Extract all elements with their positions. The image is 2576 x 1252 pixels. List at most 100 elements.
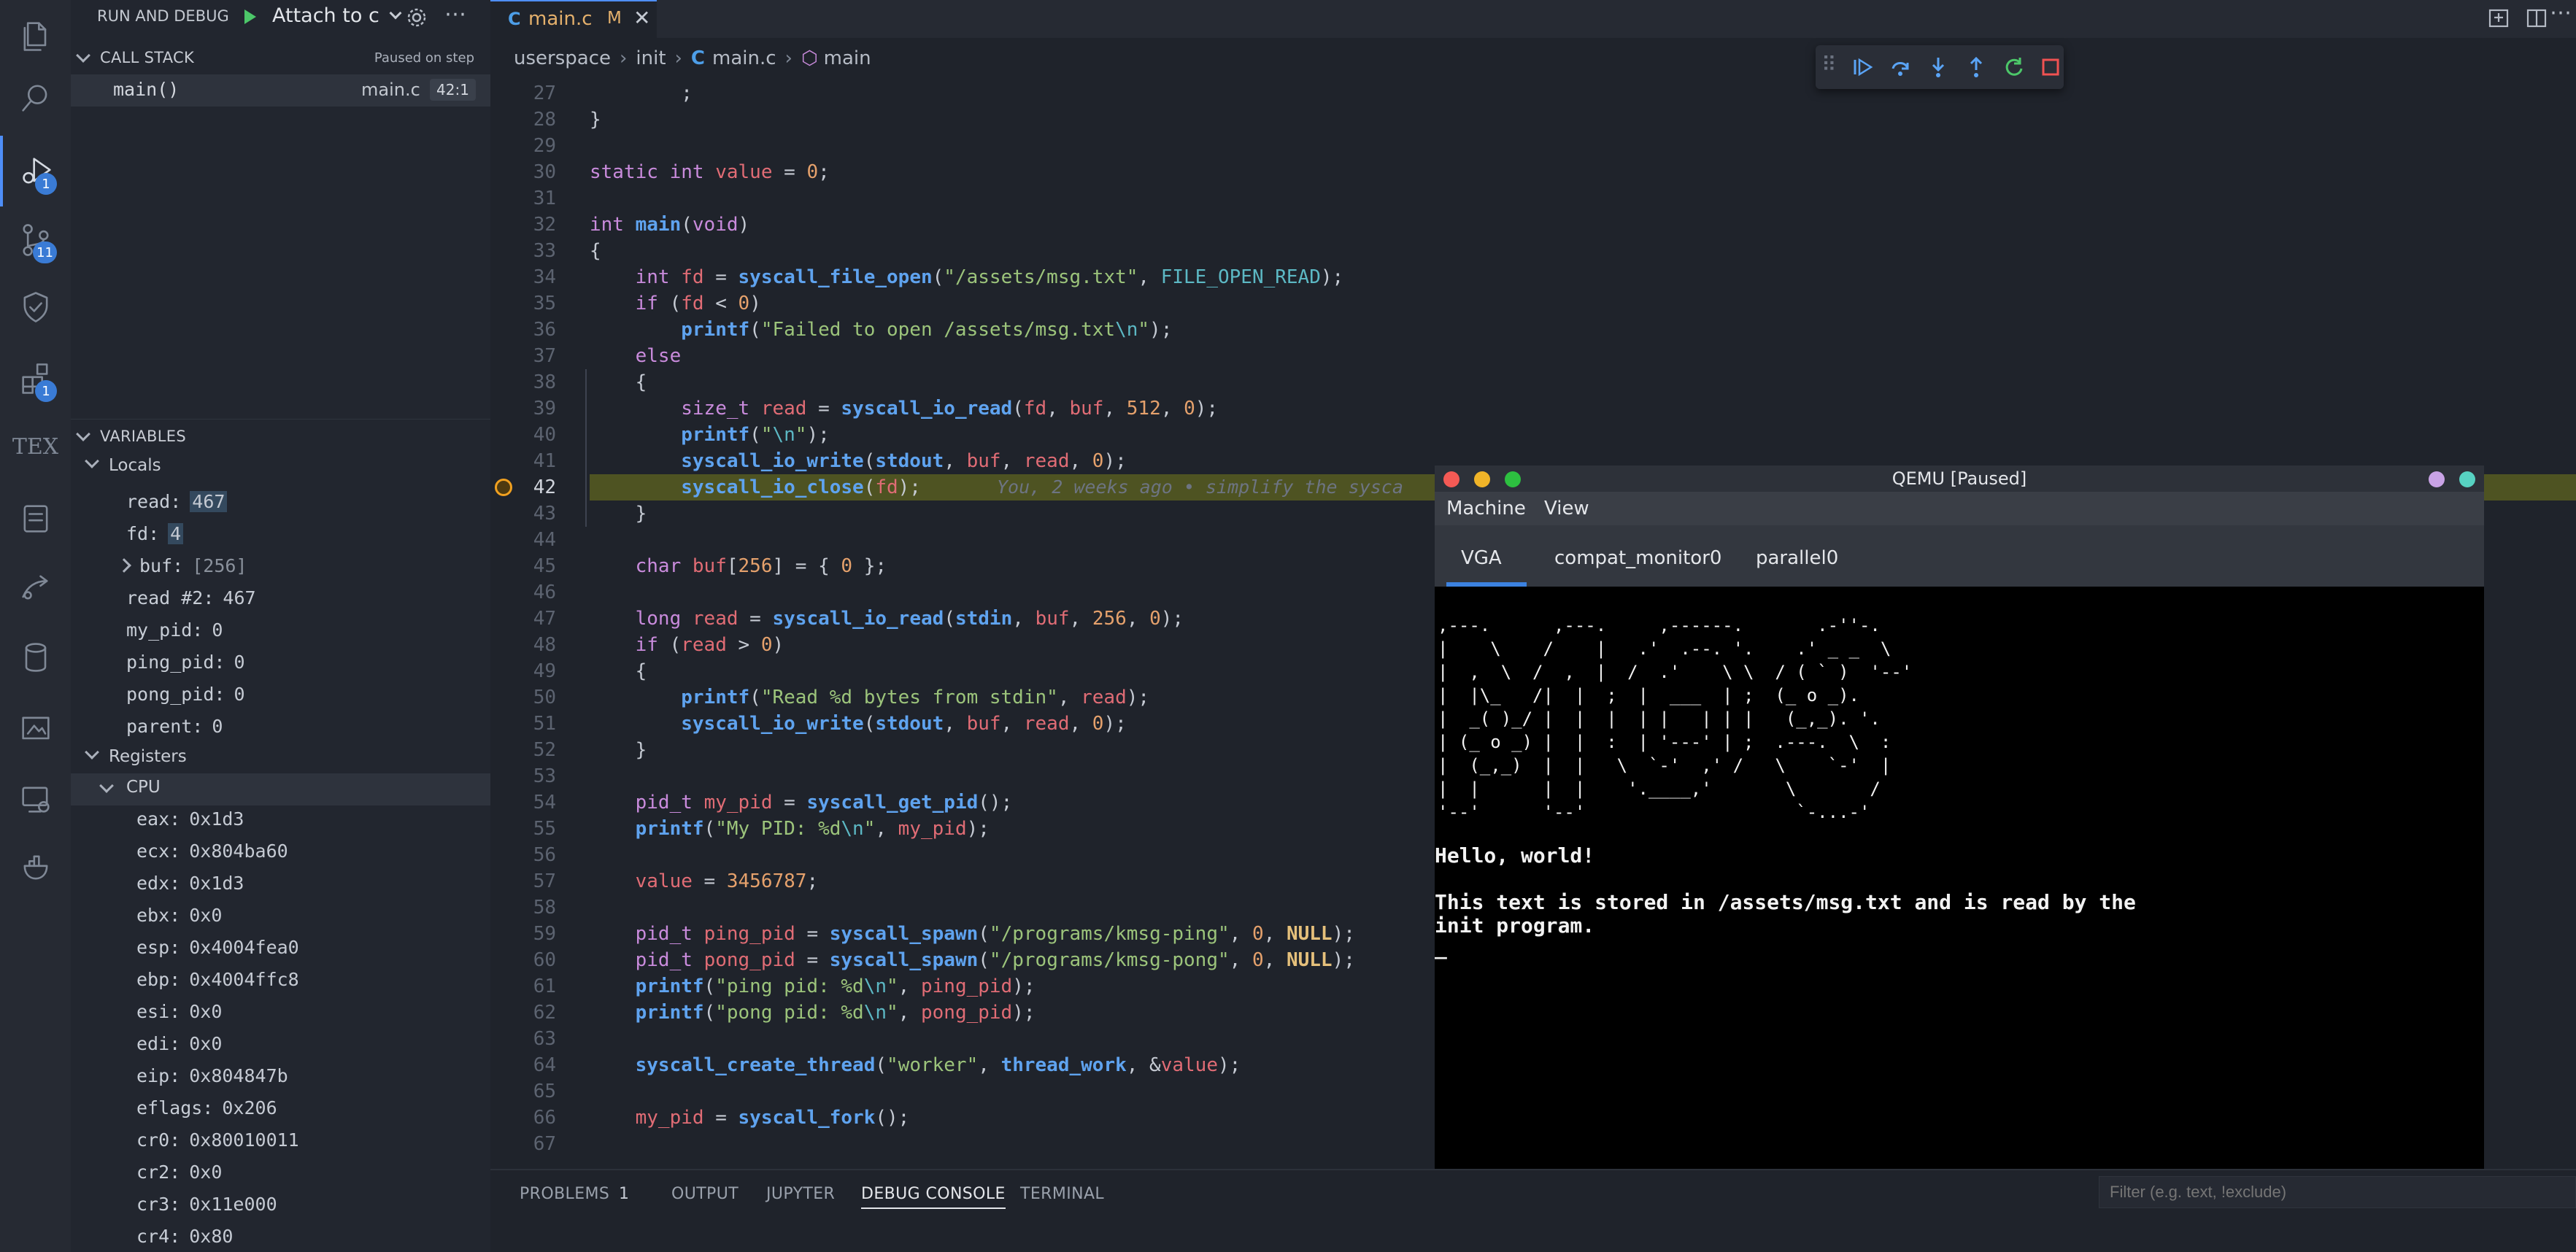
run-debug-icon[interactable]: 1 [0, 136, 71, 206]
ascii-logo-line: | |\_ /| | ; | ___ | ; (_ o _). [1438, 685, 1859, 706]
source-control-icon[interactable]: 11 [0, 204, 71, 275]
remote-icon[interactable] [0, 552, 71, 622]
register-row[interactable]: esp: 0x4004fea0 [136, 937, 299, 958]
call-stack-header[interactable]: CALL STACK Paused on step [71, 41, 490, 74]
register-row[interactable]: edx: 0x1d3 [136, 873, 244, 894]
line-number: 58 [533, 897, 556, 919]
debug-config-select[interactable]: Attach to c [272, 4, 402, 27]
debug-console-filter-input[interactable] [2099, 1176, 2576, 1208]
menu-view[interactable]: View [1544, 498, 1589, 519]
variable-row[interactable]: my_pid: 0 [126, 619, 223, 641]
register-row[interactable]: ebx: 0x0 [136, 905, 222, 926]
code-line[interactable]: 30 static int value = 0; [490, 159, 2576, 185]
variables-header[interactable]: VARIABLES [71, 419, 490, 452]
code-line[interactable]: 37 else [490, 343, 2576, 369]
code-line[interactable]: 32 int main(void) [490, 212, 2576, 238]
code-line[interactable]: 36 printf("Failed to open /assets/msg.tx… [490, 317, 2576, 343]
register-row[interactable]: esi: 0x0 [136, 1001, 222, 1022]
editor-more-icon[interactable]: ⋯ [2550, 0, 2572, 26]
tab-terminal[interactable]: TERMINAL [1020, 1185, 1104, 1203]
minimize-window-icon[interactable] [1474, 471, 1490, 487]
variable-row[interactable]: ping_pid: 0 [126, 652, 245, 673]
register-row[interactable]: ebp: 0x4004ffc8 [136, 969, 299, 990]
close-icon[interactable]: ✕ [633, 6, 650, 30]
restart-icon[interactable] [2002, 55, 2026, 79]
code-line[interactable]: 38 { [490, 369, 2576, 395]
tex-icon[interactable]: TEX [0, 411, 71, 482]
breadcrumb-item-userspace[interactable]: userspace [514, 47, 611, 69]
line-number: 35 [533, 293, 556, 314]
continue-icon[interactable] [1851, 55, 1874, 79]
register-row[interactable]: edi: 0x0 [136, 1033, 222, 1054]
tab-main-c[interactable]: C main.c M ✕ [490, 0, 657, 38]
variable-row[interactable]: read: 467 [126, 491, 228, 512]
register-row[interactable]: cr3: 0x11e000 [136, 1194, 277, 1215]
step-out-icon[interactable] [1964, 55, 1988, 79]
notebook-icon[interactable] [0, 483, 71, 554]
tab-output[interactable]: OUTPUT [671, 1185, 739, 1203]
search-icon[interactable] [0, 62, 71, 133]
testing-icon[interactable] [0, 271, 71, 342]
line-number: 53 [533, 765, 556, 787]
code-line[interactable]: 39 size_t read = syscall_io_read(fd, buf… [490, 395, 2576, 422]
register-row[interactable]: cr2: 0x0 [136, 1162, 222, 1183]
code-line[interactable]: 33 { [490, 238, 2576, 264]
extensions-icon[interactable]: 1 [0, 343, 71, 414]
tab-vga[interactable]: VGA [1446, 525, 1527, 587]
preview-icon[interactable] [0, 693, 71, 764]
code-text: { [590, 240, 601, 262]
code-line[interactable]: 31 [490, 185, 2576, 212]
tab-debug-console[interactable]: DEBUG CONSOLE [861, 1185, 1006, 1209]
code-line[interactable]: 34 int fd = syscall_file_open("/assets/m… [490, 264, 2576, 290]
variable-name: parent: [126, 716, 204, 737]
register-row[interactable]: cr0: 0x80010011 [136, 1129, 299, 1151]
register-row[interactable]: cr4: 0x80 [136, 1226, 233, 1247]
code-line[interactable]: 27 ; [490, 80, 2576, 107]
window-menu-icon[interactable] [2459, 471, 2475, 487]
gear-icon[interactable] [405, 6, 428, 29]
start-debug-button[interactable] [239, 6, 261, 28]
variable-row[interactable]: read #2: 467 [126, 587, 256, 608]
chevron-right-icon[interactable] [117, 558, 131, 573]
variable-row[interactable]: pong_pid: 0 [126, 684, 245, 705]
breadcrumb-item-init[interactable]: init [636, 47, 666, 69]
tab-parallel[interactable]: parallel0 [1756, 547, 1838, 569]
register-row[interactable]: ecx: 0x804ba60 [136, 841, 288, 862]
docker-icon[interactable] [0, 832, 71, 903]
remote-explorer-icon[interactable] [0, 763, 71, 834]
database-icon[interactable] [0, 622, 71, 692]
variable-row[interactable]: fd: 4 [126, 523, 184, 544]
locals-scope[interactable]: Locals [85, 454, 161, 475]
code-line[interactable]: 40 printf("\n"); [490, 422, 2576, 448]
menu-machine[interactable]: Machine [1446, 498, 1526, 519]
open-changes-icon[interactable] [2486, 4, 2512, 31]
code-line[interactable]: 28} [490, 107, 2576, 133]
drag-handle-icon[interactable]: ⠿ [1821, 53, 1837, 77]
step-into-icon[interactable] [1927, 55, 1950, 79]
breadcrumb-item-symbol[interactable]: main [824, 47, 871, 69]
breadcrumb-item-file[interactable]: main.c [712, 47, 776, 69]
tab-problems[interactable]: PROBLEMS [520, 1185, 609, 1203]
tab-jupyter[interactable]: JUPYTER [766, 1185, 835, 1203]
vga-display[interactable]: ,---. ,---. ,------. .-''-. | \ / | .' .-… [1435, 587, 2484, 1173]
call-stack-frame[interactable]: main() main.c 42:1 [71, 74, 490, 107]
variable-row[interactable]: buf: [256] [117, 555, 247, 576]
code-line[interactable]: 29 [490, 133, 2576, 159]
register-row[interactable]: eflags: 0x206 [136, 1097, 277, 1118]
stop-icon[interactable] [2039, 55, 2062, 79]
cpu-group[interactable]: CPU [71, 773, 490, 805]
tab-compat-monitor[interactable]: compat_monitor0 [1554, 547, 1721, 569]
maximize-window-icon[interactable] [1505, 471, 1521, 487]
explorer-icon[interactable] [0, 0, 71, 71]
registers-scope[interactable]: Registers [85, 745, 187, 766]
step-over-icon[interactable] [1889, 55, 1912, 79]
register-row[interactable]: eip: 0x804847b [136, 1065, 288, 1086]
keep-above-icon[interactable] [2429, 471, 2445, 487]
code-line[interactable]: 35 if (fd < 0) [490, 290, 2576, 317]
split-editor-icon[interactable] [2523, 4, 2550, 31]
close-window-icon[interactable] [1443, 471, 1459, 487]
variable-row[interactable]: parent: 0 [126, 716, 223, 737]
register-value: 0x206 [222, 1097, 277, 1118]
register-row[interactable]: eax: 0x1d3 [136, 808, 244, 830]
more-actions-icon[interactable]: ⋯ [444, 1, 466, 27]
